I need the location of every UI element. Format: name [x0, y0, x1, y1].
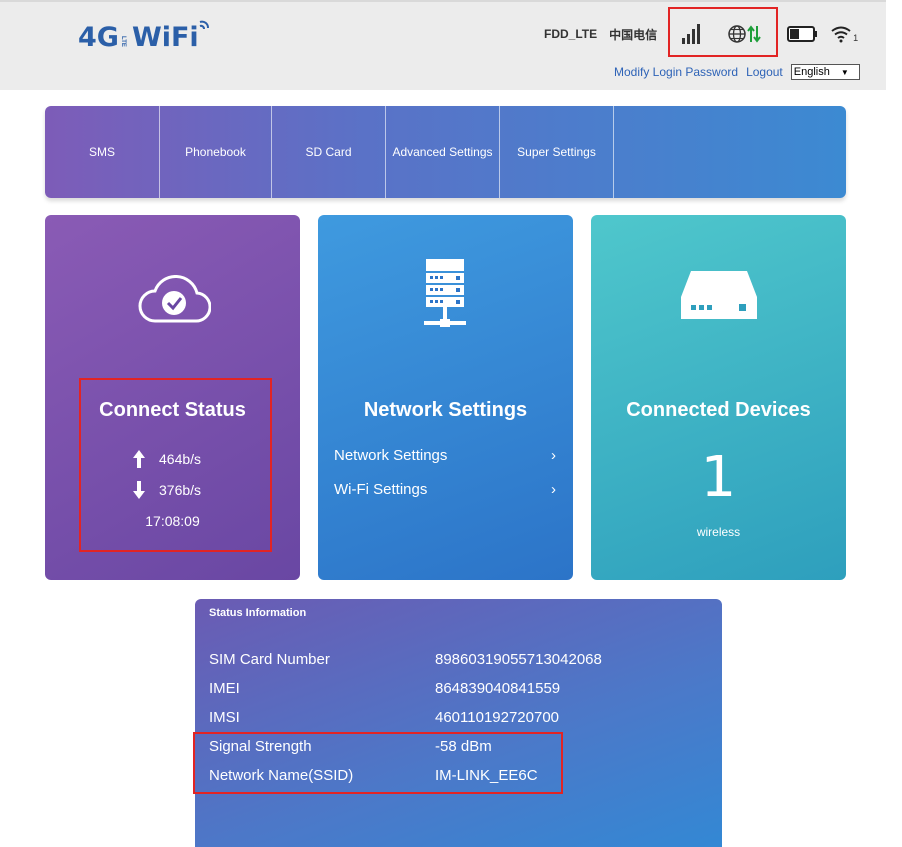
logout-link[interactable]: Logout	[746, 65, 783, 79]
wifi-client-count: 1	[853, 33, 859, 43]
network-settings-card[interactable]: Network Settings Network Settings › Wi-F…	[318, 215, 573, 580]
status-row-imsi: IMSI 460110192720700	[209, 709, 559, 726]
status-value: 89860319055713042068	[435, 651, 602, 668]
highlight-box	[668, 7, 778, 57]
status-row-imei: IMEI 864839040841559	[209, 680, 560, 697]
highlight-box	[79, 378, 272, 552]
modify-password-link[interactable]: Modify Login Password	[614, 65, 738, 79]
chevron-down-icon: ▼	[840, 68, 849, 77]
cloud-check-icon	[138, 275, 211, 323]
nav-advanced-settings[interactable]: Advanced Settings	[386, 106, 500, 198]
battery-icon	[787, 26, 818, 42]
router-icon	[681, 271, 757, 319]
device-type-label: wireless	[696, 525, 741, 539]
carrier-name: 中国电信	[609, 27, 658, 42]
network-settings-link-label: Network Settings	[334, 447, 448, 464]
wifi-icon	[831, 26, 851, 43]
connected-devices-title: Connected Devices	[626, 399, 811, 421]
server-icon	[424, 259, 466, 327]
status-key: IMSI	[209, 709, 240, 726]
nav-phonebook[interactable]: Phonebook	[160, 106, 272, 198]
language-value: English	[793, 66, 830, 78]
network-type: FDD_LTE	[544, 27, 598, 41]
header-links: Modify Login Password Logout English ▼	[614, 64, 860, 80]
main-nav: SMS Phonebook SD Card Advanced Settings …	[45, 106, 846, 198]
logo-4g: 4G	[78, 22, 119, 53]
chevron-right-icon: ›	[551, 481, 556, 498]
logo-lte: LTE	[119, 36, 126, 47]
language-select[interactable]: English ▼	[790, 64, 860, 80]
device-count: 1	[700, 445, 737, 510]
status-value: 460110192720700	[435, 709, 560, 726]
wifi-settings-link-label: Wi-Fi Settings	[334, 481, 428, 498]
network-settings-title: Network Settings	[363, 399, 528, 421]
wifi-settings-link[interactable]: Wi-Fi Settings ›	[334, 481, 556, 498]
nav-sms[interactable]: SMS	[45, 106, 160, 198]
status-key: IMEI	[209, 680, 240, 697]
status-information-panel: Status Information SIM Card Number 89860…	[195, 599, 722, 847]
nav-super-settings[interactable]: Super Settings	[500, 106, 614, 198]
connected-devices-card[interactable]: Connected Devices 1 wireless	[591, 215, 846, 580]
status-row-sim: SIM Card Number 89860319055713042068	[209, 651, 602, 668]
top-bar: 4G LTE WiFi FDD_LTE 中国电信 1 Modify Login …	[0, 0, 886, 90]
logo: 4G LTE WiFi	[78, 20, 209, 53]
status-information-title: Status Information	[209, 607, 307, 619]
highlight-box	[193, 732, 563, 794]
logo-wave-icon	[199, 20, 209, 30]
nav-sd-card[interactable]: SD Card	[272, 106, 386, 198]
status-key: SIM Card Number	[209, 651, 330, 668]
network-settings-link[interactable]: Network Settings ›	[334, 447, 556, 464]
chevron-right-icon: ›	[551, 447, 556, 464]
logo-wifi: WiFi	[131, 22, 199, 53]
status-value: 864839040841559	[435, 680, 561, 697]
